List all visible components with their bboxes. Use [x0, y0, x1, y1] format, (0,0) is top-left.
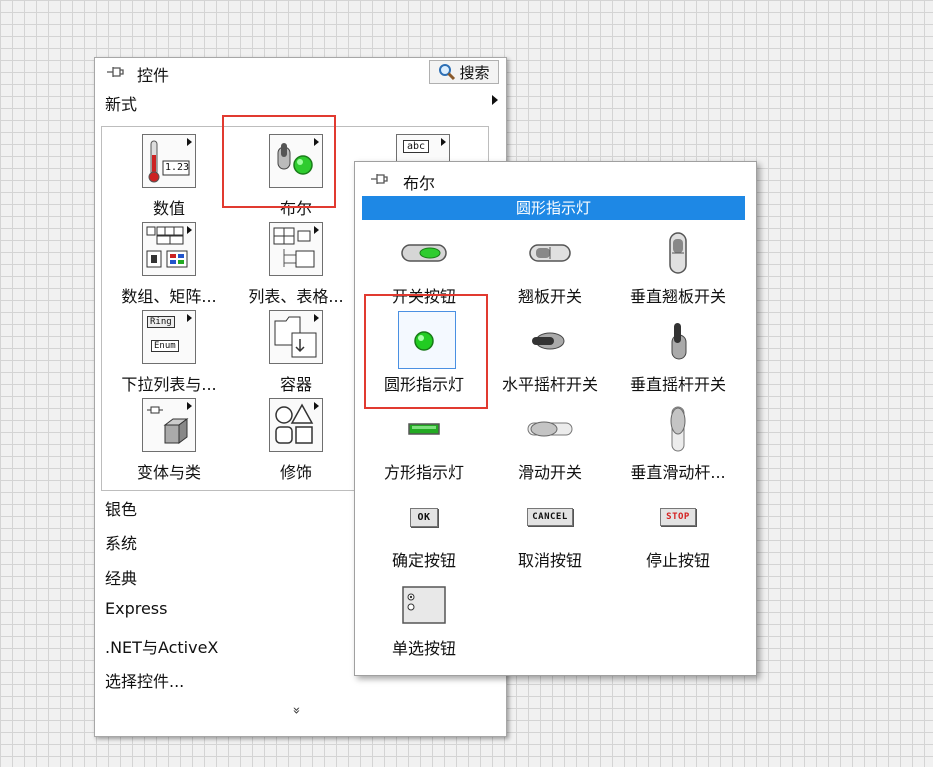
- category-dotnet-activex[interactable]: .NET与ActiveX: [105, 634, 218, 658]
- slide-switch-icon: [521, 404, 579, 454]
- submenu-item-label: 垂直滑动杆...: [630, 463, 726, 482]
- submenu-item-radio[interactable]: 单选按钮: [365, 580, 483, 660]
- ring-sample: Ring: [147, 316, 175, 328]
- string-path-icon: abc: [396, 134, 450, 164]
- submenu-item-vertical-toggle[interactable]: 垂直摇杆开关: [619, 316, 737, 396]
- ring-enum-icon: Ring Enum: [142, 310, 196, 364]
- submenu-item-label: 取消按钮: [517, 551, 582, 570]
- palette-item-label: 布尔: [279, 199, 312, 218]
- cancel-button-icon: CANCEL: [521, 492, 579, 542]
- submenu-item-label: 水平摇杆开关: [501, 375, 598, 394]
- search-button[interactable]: 搜索: [429, 60, 499, 84]
- numeric-icon: 1.23: [142, 134, 196, 188]
- submenu-item-vertical-slide[interactable]: 垂直滑动杆...: [619, 404, 737, 484]
- square-led-icon: [395, 404, 453, 454]
- variant-class-icon: [142, 398, 196, 452]
- search-label: 搜索: [459, 63, 490, 82]
- round-led-icon: [395, 316, 453, 366]
- palette-item-label: 数值: [152, 199, 185, 218]
- submenu-item-rocker[interactable]: 翘板开关: [491, 228, 609, 308]
- boolean-icon: [269, 134, 323, 188]
- submenu-item-round-led[interactable]: 圆形指示灯: [365, 316, 483, 396]
- magnifier-icon: [439, 64, 456, 81]
- palette-item-label: 修饰: [279, 463, 312, 482]
- palette-item-label: 容器: [279, 375, 312, 394]
- submenu-item-slide[interactable]: 滑动开关: [491, 404, 609, 484]
- palette-item-numeric[interactable]: 1.23 数值: [117, 134, 227, 224]
- enum-sample: Enum: [151, 340, 179, 352]
- stop-button-icon: STOP: [649, 492, 707, 542]
- numeric-readout: 1.23: [165, 162, 190, 173]
- palette-item-container[interactable]: 容器: [244, 310, 354, 400]
- submenu-item-label: 方形指示灯: [383, 463, 464, 482]
- submenu-item-label: 确定按钮: [391, 551, 456, 570]
- submenu-item-stop[interactable]: STOP 停止按钮: [619, 492, 737, 572]
- push-button-icon: [395, 228, 453, 278]
- palette-item-label: 列表、表格...: [248, 287, 344, 306]
- list-table-icon: [269, 222, 323, 276]
- category-modern[interactable]: 新式: [105, 91, 137, 115]
- horizontal-toggle-switch-icon: [521, 316, 579, 366]
- submenu-item-label: 垂直翘板开关: [629, 287, 726, 306]
- submenu-item-cancel[interactable]: CANCEL 取消按钮: [491, 492, 609, 572]
- submenu-item-label: 单选按钮: [391, 639, 456, 658]
- palette-item-list[interactable]: 列表、表格...: [244, 222, 354, 312]
- submenu-item-vertical-rocker[interactable]: 垂直翘板开关: [619, 228, 737, 308]
- array-matrix-icon: [142, 222, 196, 276]
- cancel-button-text: CANCEL: [527, 508, 573, 526]
- rocker-switch-icon: [521, 228, 579, 278]
- category-system[interactable]: 系统: [105, 530, 137, 554]
- category-silver[interactable]: 银色: [105, 496, 137, 520]
- container-icon: [269, 310, 323, 364]
- decorations-icon: [269, 398, 323, 452]
- vertical-slide-switch-icon: [649, 404, 707, 454]
- submenu-item-label: 滑动开关: [517, 463, 582, 482]
- palette-item-ring[interactable]: Ring Enum 下拉列表与...: [117, 310, 227, 400]
- ok-button-text: OK: [410, 507, 438, 527]
- palette-item-label: 下拉列表与...: [121, 375, 217, 394]
- palette-title: 控件: [137, 66, 170, 85]
- submenu-item-label: 垂直摇杆开关: [629, 375, 726, 394]
- submenu-item-label: 圆形指示灯: [383, 375, 464, 394]
- submenu-item-horizontal-toggle[interactable]: 水平摇杆开关: [491, 316, 609, 396]
- ok-button-icon: OK: [395, 492, 453, 542]
- vertical-toggle-switch-icon: [649, 316, 707, 366]
- palette-item-label: 变体与类: [136, 463, 201, 482]
- category-express[interactable]: Express: [105, 599, 167, 618]
- submenu-item-square-led[interactable]: 方形指示灯: [365, 404, 483, 484]
- submenu-item-ok[interactable]: OK 确定按钮: [365, 492, 483, 572]
- expand-arrow-icon[interactable]: [492, 95, 498, 105]
- pin-icon[interactable]: [105, 64, 125, 80]
- palette-item-label: 数组、矩阵...: [121, 287, 217, 306]
- more-chevron-icon[interactable]: »: [288, 707, 303, 715]
- submenu-item-label: 停止按钮: [645, 551, 710, 570]
- palette-item-array[interactable]: 数组、矩阵...: [117, 222, 227, 312]
- pin-icon[interactable]: [369, 171, 389, 187]
- submenu-item-label: 开关按钮: [391, 287, 456, 306]
- category-classic[interactable]: 经典: [105, 565, 137, 589]
- submenu-item-label: 翘板开关: [517, 287, 582, 306]
- stop-button-text: STOP: [660, 508, 696, 526]
- boolean-submenu: 布尔 圆形指示灯 开关按钮 翘板开关 垂直翘板开关 圆形指示灯 水平摇杆开关 垂…: [354, 161, 757, 676]
- submenu-item-push-button[interactable]: 开关按钮: [365, 228, 483, 308]
- vertical-rocker-switch-icon: [649, 228, 707, 278]
- submenu-title: 布尔: [403, 174, 436, 193]
- palette-item-variant[interactable]: 变体与类: [117, 398, 227, 488]
- radio-buttons-icon: [395, 580, 453, 630]
- palette-item-decorations[interactable]: 修饰: [244, 398, 354, 488]
- palette-item-boolean[interactable]: 布尔: [244, 134, 354, 224]
- select-control-item[interactable]: 选择控件...: [105, 668, 184, 692]
- selected-item-header: 圆形指示灯: [362, 196, 745, 220]
- string-sample: abc: [403, 140, 430, 153]
